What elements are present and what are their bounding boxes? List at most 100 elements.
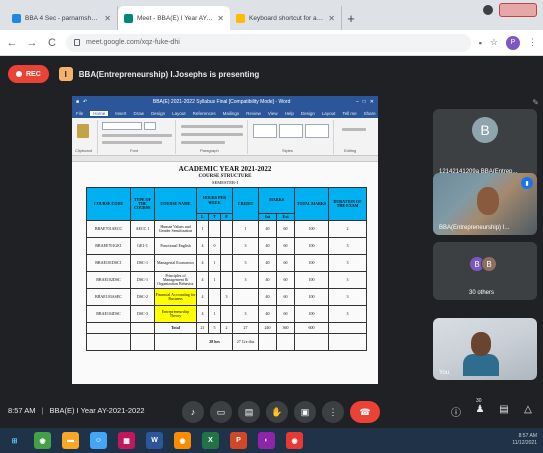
total-l: 21 (196, 322, 209, 334)
chat-icon[interactable]: ▤ (496, 404, 512, 415)
system-tray-clock[interactable]: 8:57 AM 11/12/2021 (512, 433, 537, 446)
table-cell: BBAE103ASEC (86, 288, 131, 306)
powerpoint-icon[interactable]: P (230, 432, 247, 449)
participant-tile[interactable]: B 12142141209a BBA(Entrep... (433, 109, 537, 179)
browser-tab[interactable]: BBA 4 Sec - parnarnshu@jpsvor ✕ (6, 6, 118, 30)
participant-video (477, 187, 499, 215)
address-bar[interactable]: meet.google.com/xqz-fuke-dhi (66, 33, 471, 52)
account-icon[interactable] (483, 5, 493, 15)
table-row: BBAEE701GE1 GE1-1 Functional English 4 0… (86, 237, 368, 255)
participant-name: BBA(Entrepreneurship) I... (439, 225, 510, 231)
recording-badge: REC (8, 65, 49, 83)
undo-icon: ↶ (83, 99, 88, 105)
ribbon-group-label: Paragraph (200, 148, 219, 153)
table-header: COURSE CODE (86, 187, 131, 221)
table-row: BBAE103ASEC DSC-2 Financial Accounting f… (86, 288, 368, 306)
windows-logo-icon[interactable]: ⊞ (6, 432, 23, 449)
participant-tile-camera[interactable]: ▮ BBA(Entrepreneurship) I... (433, 173, 537, 235)
chrome-icon-2[interactable]: ◉ (174, 432, 191, 449)
ribbon-group-font: Font (100, 120, 176, 154)
others-tile[interactable]: B B 30 others (433, 242, 537, 300)
window-buttons[interactable] (499, 3, 537, 17)
table-cell: 1 (208, 305, 221, 323)
others-avatars: B B (469, 256, 497, 272)
table-cell: 1 (208, 254, 221, 272)
ribbon-group-paragraph: Paragraph (178, 120, 248, 154)
word-menu: File Home Insert Draw Design Layout Refe… (72, 108, 378, 118)
folder-icon[interactable]: ▬ (62, 432, 79, 449)
ribbon-group-editing: Editing (336, 120, 374, 154)
store-icon[interactable]: ▦ (118, 432, 135, 449)
star-icon[interactable]: ☆ (490, 37, 498, 48)
table-cell: 3 (328, 305, 368, 323)
browser-tab-active[interactable]: Meet - BBA(E) I Year AY-202 ✕ (118, 6, 230, 30)
pin-icon[interactable]: ✎ (532, 98, 539, 107)
forward-icon[interactable]: → (26, 37, 38, 49)
total-p: 2 (219, 322, 234, 334)
presenter-avatar: I (58, 67, 73, 81)
table-cell: 100 (294, 237, 330, 255)
table-subheader: Ext (276, 213, 296, 221)
profile-avatar[interactable]: P (506, 35, 520, 50)
back-icon[interactable]: ← (6, 37, 18, 49)
table-row: 28 hrs 27 Cre dits (86, 333, 368, 351)
table-cell (294, 333, 330, 351)
participant-avatar: B (481, 256, 497, 272)
address-toolbar: ← → C meet.google.com/xqz-fuke-dhi ▪ ☆ P… (0, 30, 543, 56)
extension-icon[interactable]: ▪ (479, 38, 482, 48)
info-icon[interactable]: ⓘ (448, 404, 464, 419)
table-cell (208, 288, 221, 306)
chrome-icon[interactable]: ◉ (34, 432, 51, 449)
excel-icon[interactable]: X (202, 432, 219, 449)
word-icon[interactable]: W (146, 432, 163, 449)
table-header: HOURS PER WEEK (195, 187, 234, 214)
table-cell: 2 (328, 220, 368, 238)
table-cell: 4 (196, 254, 209, 272)
close-icon[interactable]: ✕ (328, 14, 335, 23)
menu-table-design: Design (300, 110, 315, 116)
camera-button[interactable]: ▭ (210, 401, 232, 423)
table-cell (328, 322, 368, 334)
meeting-time: 8:57 AM (8, 406, 36, 415)
captions-button[interactable]: ▤ (238, 401, 260, 423)
reload-icon[interactable]: C (46, 37, 58, 49)
activities-icon[interactable]: △ (520, 404, 536, 415)
ribbon-group-clipboard: Clipboard (74, 120, 98, 154)
close-icon: ✕ (369, 99, 374, 105)
table-cell (219, 271, 234, 289)
menu-dots-icon[interactable]: ⋮ (528, 37, 537, 48)
tab-label: Meet - BBA(E) I Year AY-202 (137, 14, 214, 22)
people-icon[interactable]: ♟ (472, 404, 488, 415)
new-tab-button[interactable]: + (342, 6, 360, 30)
people-app-icon[interactable]: ☺ (90, 432, 107, 449)
table-cell-highlighted: Financial Accounting for Business (154, 288, 197, 306)
menu-insert: Insert (115, 110, 127, 116)
close-icon[interactable]: ✕ (104, 14, 111, 23)
table-cell: 3 (232, 305, 260, 323)
speaking-icon: ▮ (521, 177, 533, 189)
table-cell: 60 (276, 288, 296, 306)
present-button[interactable]: ▣ (294, 401, 316, 423)
more-options-button[interactable]: ⋮ (322, 401, 344, 423)
table-subheader: T (208, 213, 221, 221)
browser-tab[interactable]: Keyboard shortcut for animation ✕ (230, 6, 342, 30)
table-row: BBAE104DSC DSC-3 Entrepreneurship Theory… (86, 305, 368, 323)
table-cell: 4 (196, 305, 209, 323)
end-call-button[interactable]: ☎ (350, 401, 380, 423)
tab-favicon-icon (12, 13, 21, 23)
table-subheader: P (219, 213, 234, 221)
table-cell: 60 (276, 220, 296, 238)
table-cell (276, 333, 296, 351)
self-tile[interactable]: You (433, 318, 537, 380)
app-icon[interactable]: ◐ (258, 432, 275, 449)
menu-layout: Layout (172, 110, 186, 116)
chrome-icon-3[interactable]: ◉ (286, 432, 303, 449)
screen: BBA 4 Sec - parnarnshu@jpsvor ✕ Meet - B… (0, 0, 543, 453)
close-icon[interactable]: ✕ (217, 14, 224, 23)
raise-hand-button[interactable]: ✋ (266, 401, 288, 423)
word-title-bar: ■ ↶ BBA(E) 2021-2022 Syllabus Final [Com… (72, 96, 378, 108)
others-count: 30 others (469, 290, 495, 296)
table-cell: 100 (294, 305, 330, 323)
mic-button[interactable]: ♪ (182, 401, 204, 423)
table-cell: BBAE701AECC (86, 220, 131, 238)
